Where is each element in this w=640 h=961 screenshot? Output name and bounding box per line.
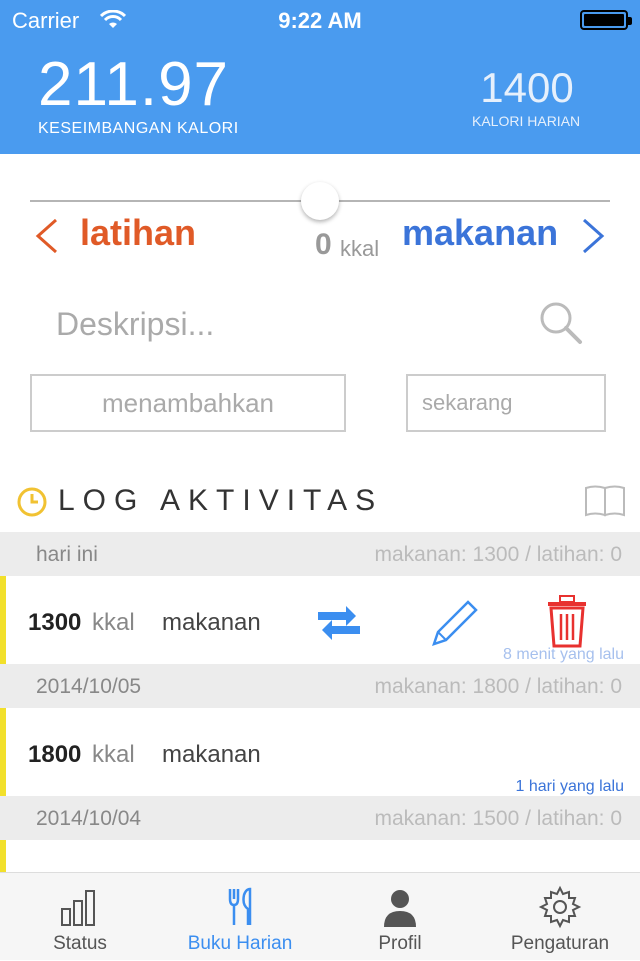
entry-amount: 1800	[28, 741, 82, 768]
tab-label: Pengaturan	[510, 933, 610, 954]
log-summary: makanan: 1300 / latihan: 0	[374, 543, 622, 566]
person-icon	[384, 890, 416, 927]
tab-bar: Status Buku Harian Profil Pengaturan	[0, 872, 640, 960]
amount-input[interactable]	[30, 374, 346, 432]
calorie-slider-knob[interactable]	[301, 182, 339, 220]
tab-label: Profil	[378, 933, 422, 954]
kcal-value: 0	[315, 228, 332, 261]
calorie-balance-value: 211.97	[38, 50, 230, 119]
entry-marker	[0, 576, 6, 664]
header: Carrier 9:22 AM 211.97 KESEIMBANGAN KALO…	[0, 0, 640, 154]
entry-type: makanan	[162, 609, 261, 636]
log-date: hari ini	[36, 543, 98, 566]
clock-icon	[17, 487, 47, 517]
book-icon[interactable]	[584, 484, 626, 518]
makanan-label[interactable]: makanan	[402, 212, 558, 254]
status-bar: Carrier 9:22 AM	[0, 0, 640, 40]
description-input[interactable]	[56, 304, 496, 344]
status-time: 9:22 AM	[278, 8, 362, 33]
entry-time-ago: 1 hari yang lalu	[515, 778, 624, 795]
entry-marker	[0, 708, 6, 796]
repeat-icon[interactable]	[312, 596, 366, 650]
calorie-balance-label: KESEIMBANGAN KALORI	[38, 120, 239, 137]
bar-chart-icon	[61, 890, 95, 926]
daily-calorie-label: KALORI HARIAN	[472, 113, 581, 129]
log-date-header: 2014/10/04 makanan: 1500 / latihan: 0	[0, 796, 640, 840]
log-entry-row[interactable]: 1800 kkal makanan 1 hari yang lalu	[0, 708, 640, 796]
log-entry-row[interactable]	[0, 840, 640, 872]
log-date-header: hari ini makanan: 1300 / latihan: 0	[0, 532, 640, 576]
tab-profil[interactable]: Profil	[320, 873, 480, 961]
search-icon[interactable]	[536, 298, 584, 346]
log-summary: makanan: 1800 / latihan: 0	[374, 675, 622, 698]
entry-unit: kkal	[92, 741, 135, 768]
kcal-unit: kkal	[340, 236, 380, 261]
log-date-header: 2014/10/05 makanan: 1800 / latihan: 0	[0, 664, 640, 708]
tab-pengaturan[interactable]: Pengaturan	[480, 873, 640, 961]
time-input[interactable]	[406, 374, 606, 432]
entry-amount: 1300	[28, 609, 82, 636]
trash-icon[interactable]	[540, 594, 594, 648]
entry-time-ago: 8 menit yang lalu	[503, 646, 624, 663]
activity-log-title: LOG AKTIVITAS	[58, 484, 384, 517]
tab-label: Buku Harian	[187, 933, 293, 954]
tab-buku-harian[interactable]: Buku Harian	[160, 873, 320, 961]
entry-unit: kkal	[92, 609, 135, 636]
fork-knife-icon	[228, 887, 252, 925]
chevron-left-icon[interactable]	[32, 216, 60, 256]
entry-type: makanan	[162, 741, 261, 768]
tab-status[interactable]: Status	[0, 873, 160, 961]
tab-label: Status	[53, 933, 107, 954]
chevron-right-icon[interactable]	[580, 216, 608, 256]
daily-calorie-value: 1400	[480, 64, 574, 111]
entry-marker	[0, 840, 6, 872]
log-summary: makanan: 1500 / latihan: 0	[374, 807, 622, 830]
battery-icon	[580, 10, 632, 30]
pencil-icon[interactable]	[426, 594, 480, 648]
latihan-label[interactable]: latihan	[80, 212, 196, 254]
log-date: 2014/10/05	[36, 675, 142, 698]
log-entry-row[interactable]: 1300 kkal makanan 8 menit yang lalu	[0, 576, 640, 664]
gear-icon	[538, 885, 582, 929]
log-date: 2014/10/04	[36, 807, 142, 830]
